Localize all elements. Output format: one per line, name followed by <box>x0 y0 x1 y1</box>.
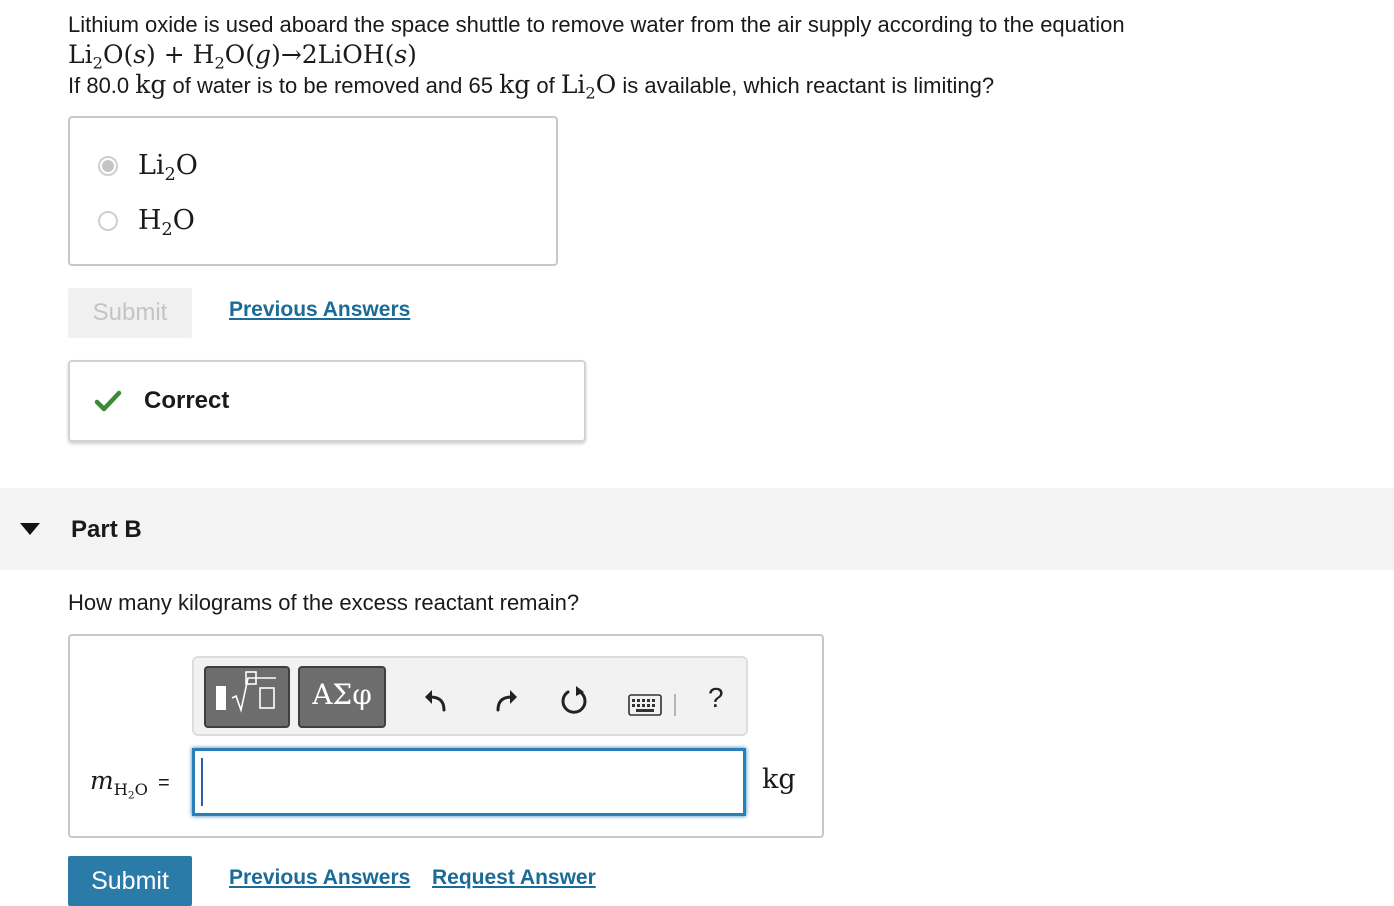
radio-h2o[interactable] <box>98 210 118 231</box>
answer-choices: Li2O H2O <box>68 116 558 266</box>
variable-label: mH2O = <box>90 766 170 802</box>
part-a-submit-button[interactable]: Submit <box>68 288 192 338</box>
choice-h2o[interactable]: H2O <box>98 205 195 241</box>
collapse-caret-icon[interactable] <box>20 523 40 535</box>
undo-icon[interactable] <box>422 686 450 714</box>
part-a-previous-answers-link[interactable]: Previous Answers <box>229 298 410 322</box>
math-toolbar: ΑΣφ ? <box>192 656 748 736</box>
reaction-equation: Li2O(s) + H2O(g)→2LiOH(s) <box>68 40 417 73</box>
toolbar-separator <box>674 694 676 716</box>
checkmark-icon <box>94 390 122 412</box>
choice-label-h2o: H2O <box>138 205 195 241</box>
choice-label-li2o: Li2O <box>138 150 198 186</box>
text-cursor <box>201 758 203 806</box>
part-b-title: Part B <box>71 516 142 543</box>
redo-icon[interactable] <box>492 686 520 714</box>
answer-area: ΑΣφ ? mH2O = kg <box>68 634 824 838</box>
templates-icon <box>216 671 276 713</box>
help-button[interactable]: ? <box>708 682 724 714</box>
choice-li2o[interactable]: Li2O <box>98 150 198 186</box>
part-b-previous-answers-link[interactable]: Previous Answers <box>229 866 410 890</box>
greek-symbols-button[interactable]: ΑΣφ <box>298 666 386 728</box>
templates-button[interactable] <box>204 666 290 728</box>
question-text: Lithium oxide is used aboard the space s… <box>68 10 1125 101</box>
radio-li2o[interactable] <box>98 155 118 176</box>
feedback-text: Correct <box>144 387 230 414</box>
keyboard-icon[interactable] <box>628 694 662 716</box>
part-b-header[interactable]: Part B <box>0 488 1394 570</box>
request-answer-link[interactable]: Request Answer <box>432 866 596 890</box>
question-line-3: If 80.0 kg of water is to be removed and… <box>68 70 995 103</box>
part-b-prompt: How many kilograms of the excess reactan… <box>68 590 580 615</box>
reset-icon[interactable] <box>558 684 590 716</box>
answer-input[interactable] <box>192 748 746 816</box>
question-line-1: Lithium oxide is used aboard the space s… <box>68 12 1125 37</box>
feedback-correct: Correct <box>68 360 586 442</box>
unit-label: kg <box>762 764 796 795</box>
part-b-submit-button[interactable]: Submit <box>68 856 192 906</box>
